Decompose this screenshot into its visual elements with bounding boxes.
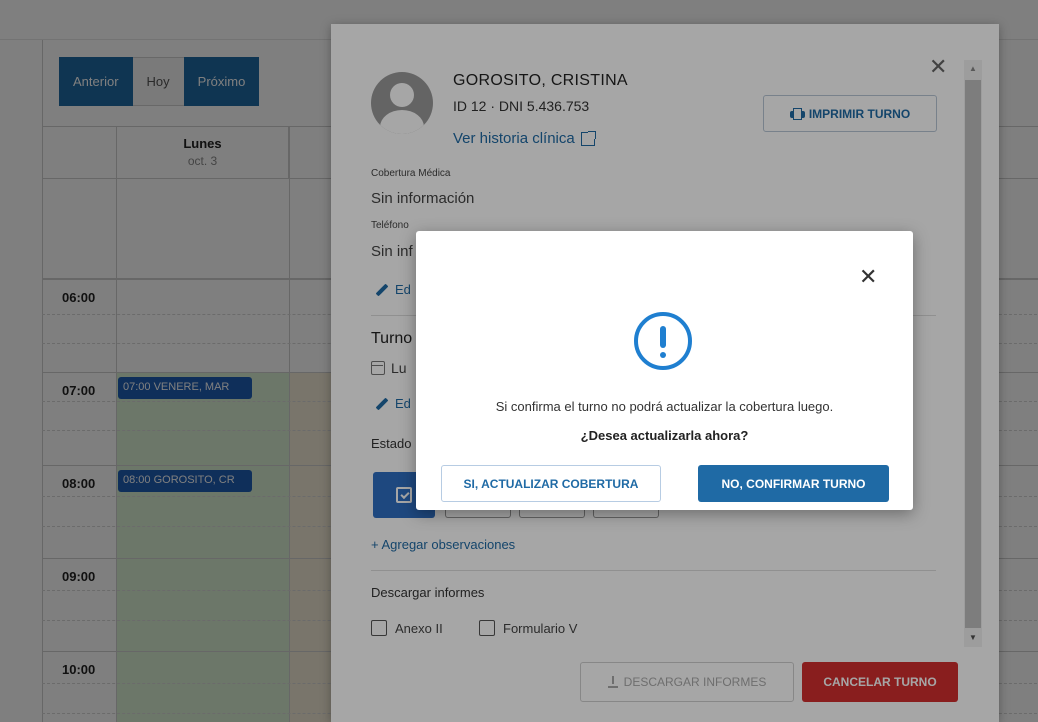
update-coverage-button[interactable]: SI, ACTUALIZAR COBERTURA (441, 465, 661, 502)
confirm-appointment-button[interactable]: NO, CONFIRMAR TURNO (698, 465, 889, 502)
close-icon[interactable]: ✕ (859, 266, 877, 288)
confirm-modal: ✕ Si confirma el turno no podrá actualiz… (416, 231, 913, 510)
confirm-question: ¿Desea actualizarla ahora? (580, 428, 749, 443)
alert-circle-icon (634, 312, 692, 370)
confirm-message: Si confirma el turno no podrá actualizar… (495, 399, 834, 414)
